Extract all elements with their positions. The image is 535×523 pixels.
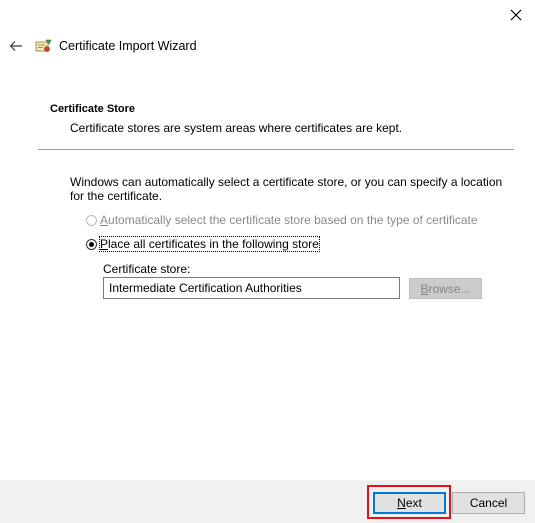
header-separator [38,149,514,150]
close-button[interactable] [505,4,527,26]
auto-select-label: Automatically select the certificate sto… [100,213,478,227]
wizard-title: Certificate Import Wizard [59,39,197,53]
wizard-header: Certificate Import Wizard [0,32,197,60]
cancel-button[interactable]: Cancel [452,492,525,514]
section-heading: Certificate Store [50,103,135,115]
certificate-store-label: Certificate store: [103,262,191,276]
certificate-store-field[interactable]: Intermediate Certification Authorities [103,277,400,299]
section-description: Certificate stores are system areas wher… [70,121,403,135]
browse-button[interactable]: Browse... [409,278,482,299]
auto-select-radio[interactable] [86,214,97,226]
close-icon [510,9,522,21]
auto-select-option[interactable]: Automatically select the certificate sto… [86,213,478,227]
certificate-import-wizard-window: Certificate Import Wizard Certificate St… [0,0,535,523]
back-button[interactable] [5,35,27,57]
place-in-store-option[interactable]: Place all certificates in the following … [86,236,320,252]
place-in-store-label: Place all certificates in the following … [99,236,320,252]
certificate-icon [35,37,53,55]
place-in-store-radio[interactable] [86,238,97,250]
intro-text: Windows can automatically select a certi… [70,175,503,203]
wizard-footer: Next Cancel [0,480,535,523]
back-arrow-icon [9,41,22,51]
next-button[interactable]: Next [373,492,446,514]
